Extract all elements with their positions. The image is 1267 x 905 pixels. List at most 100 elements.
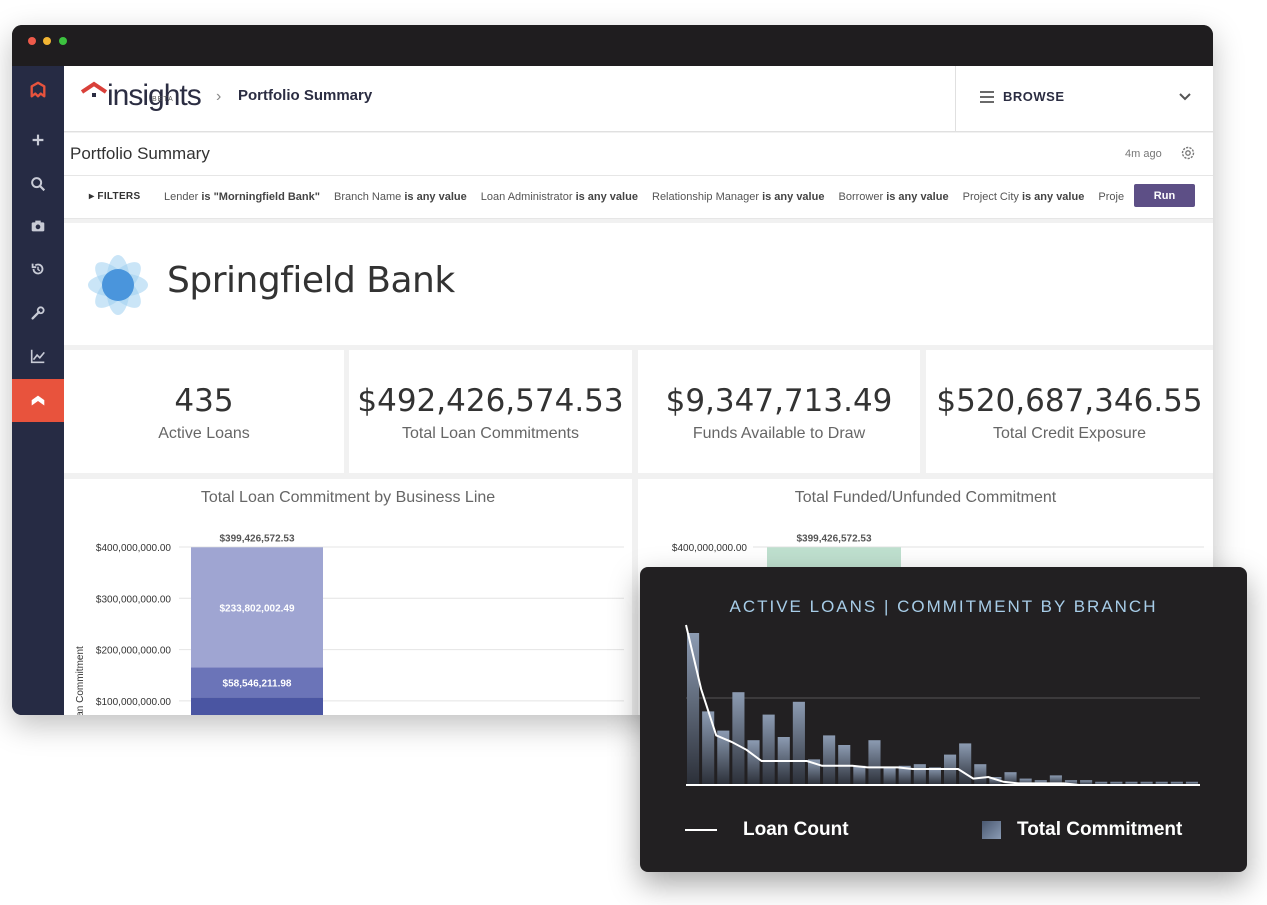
- filter-field: Relationship Manager: [652, 191, 760, 203]
- filter-field: Branch Name: [334, 191, 402, 203]
- settings-gear-icon[interactable]: [1180, 145, 1196, 161]
- filter-relationship-manager[interactable]: Relationship Manager is any value: [652, 191, 824, 203]
- commitment-bar[interactable]: [823, 735, 836, 785]
- stat-card-total-credit-exposure: $520,687,346.55 Total Credit Exposure: [926, 350, 1213, 473]
- bank-name: Springfield Bank: [167, 260, 455, 301]
- y-tick-label: $300,000,000.00: [96, 594, 172, 605]
- commitment-bar[interactable]: [747, 740, 760, 785]
- filter-loan-administrator[interactable]: Loan Administrator is any value: [481, 191, 638, 203]
- bar-segment[interactable]: [191, 697, 323, 715]
- filter-project-zip[interactable]: Project Zip is: [1098, 191, 1124, 203]
- commitment-bar[interactable]: [732, 692, 745, 785]
- dashboard-title: Portfolio Summary: [70, 144, 210, 163]
- close-window-button[interactable]: [28, 37, 36, 45]
- filter-op: is: [201, 191, 211, 203]
- filters-label: FILTERS: [97, 191, 141, 202]
- minimize-window-button[interactable]: [43, 37, 51, 45]
- legend-line-swatch: [685, 829, 717, 831]
- sidebar: [12, 66, 64, 715]
- history-icon[interactable]: [12, 249, 64, 289]
- run-button[interactable]: Run: [1134, 184, 1195, 207]
- stat-label: Total Loan Commitments: [402, 425, 579, 442]
- stat-label: Active Loans: [158, 425, 250, 442]
- commitment-bar[interactable]: [868, 740, 881, 785]
- filter-field: Project Zip: [1098, 191, 1124, 203]
- branch-commitment-chart: [685, 624, 1200, 786]
- browse-menu[interactable]: BROWSE: [955, 66, 1213, 131]
- filter-op: is any value: [404, 191, 467, 203]
- bar-data-label: $233,802,002.49: [219, 603, 295, 614]
- bar-total-label: $399,426,572.53: [796, 533, 872, 544]
- stat-card-active-loans: 435 Active Loans: [64, 350, 344, 473]
- filters-toggle[interactable]: ▸ FILTERS: [89, 191, 140, 202]
- title-bar: [12, 25, 1213, 66]
- dashboard-title-bar: Portfolio Summary 4m ago: [64, 133, 1213, 176]
- insights-logo[interactable]: insights: [81, 80, 202, 112]
- bar-data-label: $58,546,211.98: [223, 678, 292, 689]
- filter-borrower[interactable]: Borrower is any value: [839, 191, 949, 203]
- stat-value: 435: [174, 383, 234, 419]
- commitment-bar[interactable]: [853, 765, 866, 785]
- commitment-bar[interactable]: [883, 767, 896, 785]
- filters-bar: ▸ FILTERS Lender is "Morningfield Bank" …: [64, 176, 1213, 219]
- filter-project-city[interactable]: Project City is any value: [963, 191, 1085, 203]
- commitment-bar[interactable]: [928, 767, 941, 785]
- y-tick-label: $200,000,000.00: [96, 646, 172, 657]
- filter-op: is any value: [762, 191, 825, 203]
- filter-branch-name[interactable]: Branch Name is any value: [334, 191, 467, 203]
- maximize-window-button[interactable]: [59, 37, 67, 45]
- camera-icon[interactable]: [12, 206, 64, 246]
- y-axis-label: Total Loan Commitment: [75, 646, 86, 715]
- wrench-icon[interactable]: [12, 293, 64, 333]
- stat-card-funds-available: $9,347,713.49 Funds Available to Draw: [638, 350, 920, 473]
- stat-card-total-loan-commitments: $492,426,574.53 Total Loan Commitments: [349, 350, 632, 473]
- bank-logo-icon: [88, 255, 148, 315]
- legend-label-total-commitment: Total Commitment: [1017, 819, 1183, 840]
- filter-field: Lender: [164, 191, 199, 203]
- stat-label: Total Credit Exposure: [993, 425, 1146, 442]
- commitment-bar[interactable]: [959, 743, 972, 785]
- insights-nav-icon[interactable]: [12, 379, 64, 422]
- loan-count-line[interactable]: [685, 624, 1185, 786]
- legend-label-loan-count: Loan Count: [743, 819, 849, 840]
- browse-label: BROWSE: [1003, 89, 1065, 104]
- stat-value: $9,347,713.49: [665, 383, 893, 419]
- bank-header-panel: Springfield Bank: [64, 223, 1213, 345]
- top-header: insights BETA › Portfolio Summary BROWSE: [64, 66, 1213, 132]
- breadcrumb-current[interactable]: Portfolio Summary: [238, 87, 372, 104]
- filter-field: Borrower: [838, 191, 884, 203]
- beta-badge: BETA: [152, 96, 174, 103]
- business-line-chart-panel: Total Loan Commitment by Business Line $…: [64, 479, 632, 715]
- branch-commitment-card: ACTIVE LOANS | COMMITMENT BY BRANCH Loan…: [640, 567, 1247, 872]
- commitment-bar[interactable]: [762, 714, 775, 785]
- filter-op: is any value: [886, 191, 949, 203]
- stat-value: $520,687,346.55: [936, 383, 1203, 419]
- add-icon[interactable]: [12, 120, 64, 160]
- commitment-bar[interactable]: [974, 764, 987, 785]
- chevron-down-icon: [1179, 93, 1191, 101]
- y-tick-label: $100,000,000.00: [96, 697, 172, 708]
- legend-bar-swatch: [982, 821, 1001, 839]
- filter-op: is any value: [1021, 191, 1085, 203]
- y-tick-label: $400,000,000.00: [96, 543, 172, 554]
- filter-field: Loan Administrator: [480, 191, 573, 203]
- hamburger-icon: [980, 91, 994, 103]
- stat-value: $492,426,574.53: [357, 383, 624, 419]
- y-tick-label: $400,000,000.00: [672, 543, 748, 554]
- filter-op: is any value: [575, 191, 638, 203]
- commitment-bar[interactable]: [913, 764, 926, 785]
- line-chart-icon[interactable]: [12, 336, 64, 376]
- filter-lender[interactable]: Lender is "Morningfield Bank": [164, 191, 320, 203]
- search-icon[interactable]: [12, 164, 64, 204]
- filter-value: "Morningfield Bank": [213, 191, 320, 203]
- stat-label: Funds Available to Draw: [692, 425, 866, 442]
- business-line-chart: $100,000,000.00 $200,000,000.00 $300,000,0…: [75, 533, 624, 715]
- house-logo-icon: [81, 81, 107, 97]
- breadcrumb-separator: ›: [216, 88, 222, 105]
- last-updated: 4m ago: [1125, 148, 1162, 160]
- filter-list: Lender is "Morningfield Bank" Branch Nam…: [164, 191, 1124, 203]
- bar-total-label: $399,426,572.53: [219, 533, 295, 544]
- filter-field: Project City: [962, 191, 1019, 203]
- commitment-bar[interactable]: [792, 701, 805, 785]
- brand-logo-icon[interactable]: [12, 70, 64, 110]
